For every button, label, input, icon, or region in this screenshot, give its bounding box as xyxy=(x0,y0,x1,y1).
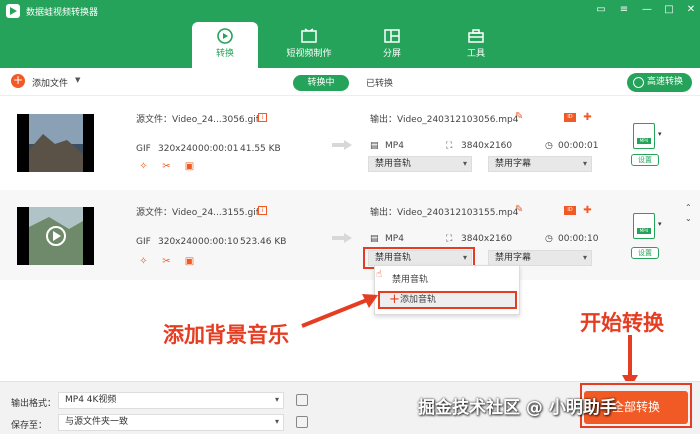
output-file-name: 输出：Video_240312103056.mp4 xyxy=(370,115,519,125)
short-video-icon xyxy=(301,28,317,43)
cursor-icon: ☝ xyxy=(376,269,383,280)
tab-label: 分屏 xyxy=(382,49,401,59)
format-preset-icon[interactable]: MP4 xyxy=(633,123,655,149)
move-down-icon[interactable]: ⌄ xyxy=(685,214,692,223)
clock-icon: ◷ xyxy=(545,141,553,151)
audio-track-select[interactable]: 禁用音轨 xyxy=(368,156,472,172)
output-duration: 00:00:10 xyxy=(558,234,599,244)
preset-dropdown-icon[interactable]: ▾ xyxy=(658,130,662,138)
clock-icon: ◷ xyxy=(545,234,553,244)
subtitle-select[interactable]: 禁用字幕 xyxy=(488,156,592,172)
output-format: MP4 xyxy=(385,234,404,244)
rename-icon[interactable]: ✎ xyxy=(515,204,523,215)
save-to-select[interactable]: 与源文件夹一致 xyxy=(58,414,284,431)
tab-split-screen[interactable]: 分屏 xyxy=(359,22,425,68)
tab-label: 转换 xyxy=(215,49,234,59)
source-resolution: 320x240 xyxy=(158,144,198,154)
video-thumbnail[interactable] xyxy=(17,114,94,172)
thumbnail-image xyxy=(29,114,83,172)
source-size: 41.55 KB xyxy=(240,144,281,154)
resolution-icon: ⛶ xyxy=(446,141,453,151)
source-format: GIF xyxy=(136,144,151,154)
output-format-select[interactable]: MP4 4K视频 xyxy=(58,392,284,409)
source-file-name: 源文件：Video_24...3056.gif xyxy=(136,115,259,125)
cut-icon[interactable]: ✂ xyxy=(161,161,172,172)
format-preset-icon[interactable]: MP4 xyxy=(633,213,655,239)
source-file-name: 源文件：Video_24...3155.gif xyxy=(136,208,259,218)
hd-badge-icon[interactable]: ID xyxy=(564,206,576,215)
menu-icon[interactable]: ≡ xyxy=(617,3,631,17)
enhance-icon[interactable]: ✧ xyxy=(138,256,149,267)
preset-dropdown-icon[interactable]: ▾ xyxy=(658,220,662,228)
tab-label: 工具 xyxy=(466,49,485,59)
annotation-arrow-icon xyxy=(301,294,378,328)
app-logo-icon xyxy=(6,4,20,18)
add-file-dropdown-icon[interactable]: ▼ xyxy=(75,76,80,84)
source-duration: 00:00:10 xyxy=(198,237,239,247)
maximize-icon[interactable]: □ xyxy=(662,3,676,17)
info-icon[interactable]: i xyxy=(258,113,267,122)
film-icon: ▤ xyxy=(370,141,379,151)
film-icon: ▤ xyxy=(370,234,379,244)
tab-short-video[interactable]: 短视频制作 xyxy=(276,22,342,68)
source-format: GIF xyxy=(136,237,151,247)
source-size: 523.46 KB xyxy=(240,237,287,247)
watermark: 掘金技术社区 @ 小明助手 xyxy=(418,398,617,418)
tab-convert[interactable]: 转换 xyxy=(192,22,258,68)
edit-video-icon[interactable]: ▣ xyxy=(184,161,195,172)
add-file-button[interactable]: 添加文件 xyxy=(32,76,68,89)
converting-tab[interactable]: 转换中 xyxy=(293,75,349,91)
output-duration: 00:00:01 xyxy=(558,141,599,151)
edit-video-icon[interactable]: ▣ xyxy=(184,256,195,267)
folder-icon[interactable] xyxy=(296,416,308,428)
feedback-icon[interactable]: ▭ xyxy=(594,3,608,17)
arrow-right-icon xyxy=(332,233,352,243)
settings-button[interactable]: 设置 xyxy=(631,247,659,259)
lightning-icon xyxy=(633,77,644,88)
split-screen-icon xyxy=(384,29,400,43)
compress-icon[interactable]: ✚ xyxy=(582,205,593,216)
output-resolution: 3840x2160 xyxy=(461,141,513,151)
video-thumbnail[interactable] xyxy=(17,207,94,265)
menu-item-disable-audio[interactable]: 禁用音轨 xyxy=(392,272,428,285)
add-file-icon[interactable]: + xyxy=(11,74,25,88)
move-up-icon[interactable]: ⌃ xyxy=(685,203,692,212)
hd-badge-icon[interactable]: ID xyxy=(564,113,576,122)
output-format-label: 输出格式： xyxy=(11,399,57,409)
arrow-right-icon xyxy=(332,140,352,150)
save-to-label: 保存至： xyxy=(11,421,48,431)
source-resolution: 320x240 xyxy=(158,237,198,247)
app-title: 数据蛙视频转换器 xyxy=(26,8,99,18)
converted-tab[interactable]: 已转换 xyxy=(366,76,393,89)
toolbar xyxy=(0,68,700,96)
tab-tools[interactable]: 工具 xyxy=(443,22,509,68)
annotation-start-convert: 开始转换 xyxy=(580,311,664,335)
resolution-icon: ⛶ xyxy=(446,234,453,244)
plus-icon: + xyxy=(389,292,400,307)
output-file-name: 输出：Video_240312103155.mp4 xyxy=(370,208,519,218)
toolbox-icon xyxy=(468,29,484,43)
format-settings-icon[interactable] xyxy=(296,394,308,406)
subtitle-select[interactable]: 禁用字幕 xyxy=(488,250,592,266)
convert-icon xyxy=(217,28,233,44)
close-icon[interactable]: ✕ xyxy=(684,3,698,17)
settings-button[interactable]: 设置 xyxy=(631,154,659,166)
thumbnail-image xyxy=(29,207,83,265)
enhance-icon[interactable]: ✧ xyxy=(138,161,149,172)
tab-label: 短视频制作 xyxy=(286,49,332,59)
annotation-add-bgm: 添加背景音乐 xyxy=(163,323,289,347)
output-format: MP4 xyxy=(385,141,404,151)
compress-icon[interactable]: ✚ xyxy=(582,112,593,123)
cut-icon[interactable]: ✂ xyxy=(161,256,172,267)
source-duration: 00:00:01 xyxy=(198,144,239,154)
rename-icon[interactable]: ✎ xyxy=(515,111,523,122)
info-icon[interactable]: i xyxy=(258,206,267,215)
minimize-icon[interactable]: — xyxy=(640,3,654,17)
output-resolution: 3840x2160 xyxy=(461,234,513,244)
